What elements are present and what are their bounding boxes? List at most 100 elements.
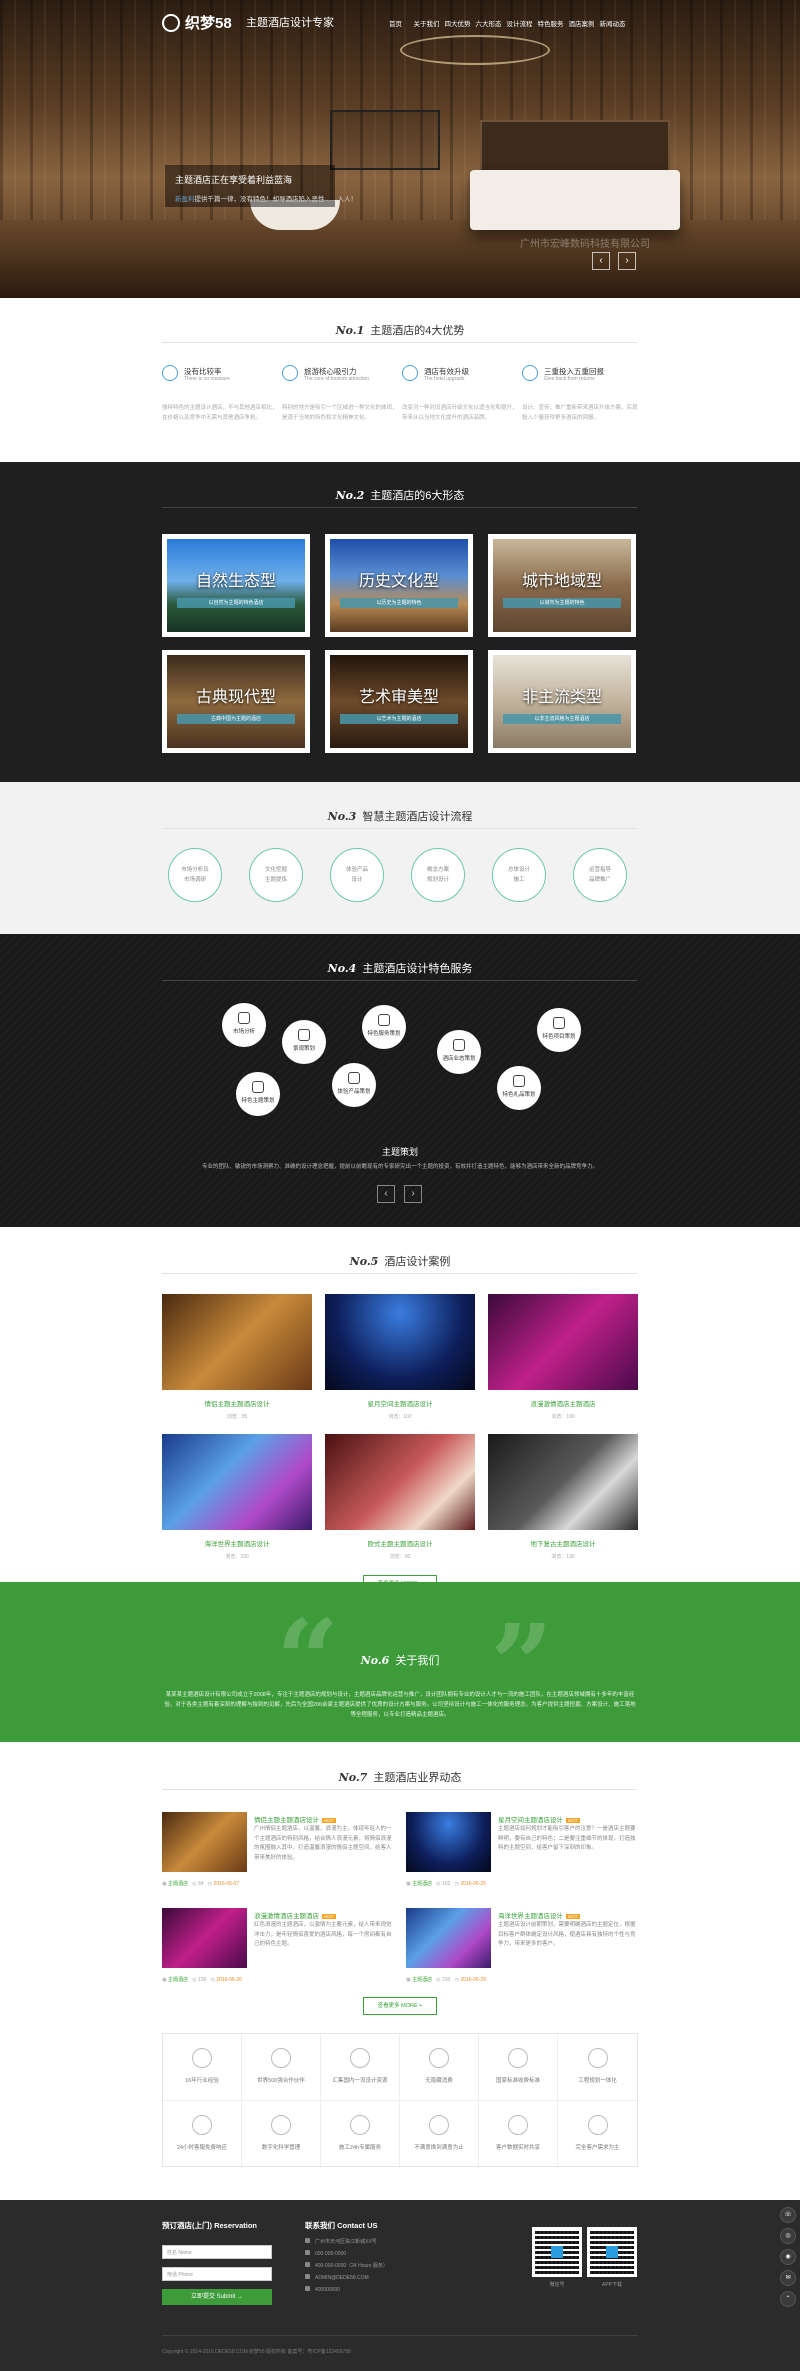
news-item[interactable]: 情侣主题主题酒店设计 HOT 广州情侣主题酒店，以温馨、浪漫为主，体现年轻人的一个主… [162,1812,397,1892]
news-more-button[interactable]: 查看更多 MORE + [363,1997,437,2015]
news-item[interactable]: 星月空间主题酒店设计 HOT 主题酒店如何规划才能吸引客户的注意？一是酒店主题要鲜明… [406,1812,641,1892]
menu-item[interactable]: 四大优势 [442,18,473,28]
s3-title: No.3 智慧主题酒店设计流程 [0,808,800,824]
case-item[interactable]: 情侣主题主题酒店设计 浏览：85 [162,1294,312,1420]
feature-label: 16年行业经验 [185,2078,219,2084]
hero-subtitle-text: 提供千篇一律，没有特色！却导酒店陷入恶性……入人！ [194,196,358,203]
case-item[interactable]: 地下复古主题酒店设计 浏览：130 [488,1434,638,1560]
news-category[interactable]: 主题酒店 [168,1881,188,1887]
feature-cell: 数字化科学管理 [242,2101,321,2168]
news-category[interactable]: 主题酒店 [168,1977,188,1983]
contact-qq[interactable]: 400000000 [305,2286,340,2293]
news-title[interactable]: 海洋世界主题酒店设计 HOT [498,1910,580,1920]
logo[interactable]: 织梦58 [162,12,232,33]
process-step-line2: 施工 [513,877,525,883]
feature-cell: 工程规划一体化 [558,2034,637,2101]
case-item[interactable]: 欧式主题主题酒店设计 浏览：90 [325,1434,475,1560]
menu-item[interactable]: 首页 [380,18,411,28]
service-bubble[interactable]: 特色主题策划 [236,1072,280,1116]
case-views: 浏览：85 [226,1414,248,1420]
service-bubble[interactable]: 景观策划 [282,1020,326,1064]
back-to-top-icon[interactable]: ⌃ [780,2291,796,2307]
wechat-float-icon[interactable]: ◉ [780,2249,796,2265]
form-card[interactable]: 艺术审美型 以艺术为主题的酒店 [325,650,473,753]
target-icon [587,2115,608,2135]
hero-caption: 主题酒店正在享受着利益蓝海 新盈利提供千篇一律，没有特色！却导酒店陷入恶性……入… [165,165,357,207]
s1-divider [162,342,637,343]
news-category[interactable]: 主题酒店 [412,1881,432,1887]
feature-cell: 完全客户需求为主 [558,2101,637,2168]
menu-item[interactable]: 新闻动态 [597,18,628,28]
lock-icon [508,2048,528,2068]
logo-text: 织梦58 [185,15,232,32]
mail-float-icon[interactable]: ✉ [780,2270,796,2286]
news-item[interactable]: 浪漫激情酒店主题酒店 HOT 红色浪漫的主题酒店，以激情为主要元素，给人带来视觉冲击… [162,1908,397,1988]
qq-float-icon[interactable]: ◎ [780,2228,796,2244]
form-card[interactable]: 城市地域型 以城市为主题的特色 [488,534,636,637]
menu-item[interactable]: 酒店案例 [566,18,597,28]
service-bubble[interactable]: 特色项目策划 [537,1008,581,1052]
case-item[interactable]: 海洋世界主题酒店设计 浏览：230 [162,1434,312,1560]
case-item[interactable]: 浪漫激情酒店主题酒店 浏览：199 [488,1294,638,1420]
service-bubble[interactable]: 特色礼品策划 [497,1066,541,1110]
submit-button[interactable]: 立即提交 Submit → [162,2289,272,2305]
form-card[interactable]: 古典现代型 古典中国为主题的酒店 [162,650,310,753]
hero-prev-button[interactable]: ‹ [592,252,610,270]
feature-cell: 国家标准收费标准 [479,2034,558,2101]
hero-frames [330,110,440,170]
services-next-button[interactable]: › [404,1185,422,1203]
menu-item[interactable]: 特色服务 [535,18,566,28]
service-bubble[interactable]: 特色服务策划 [362,1005,406,1049]
service-heading: 主题策划 [381,1147,418,1157]
news-views: 230 [442,1977,451,1983]
news-category[interactable]: 主题酒店 [412,1977,432,1983]
footer-divider [162,2335,638,2336]
case-name: 情侣主题主题酒店设计 [204,1401,270,1408]
contact-hotline: 400-000-0000（24 Hours 服务） [305,2262,388,2269]
s7-divider [162,1789,637,1790]
form-card[interactable]: 历史文化型 以历史为主题的特色 [325,534,473,637]
news-title[interactable]: 情侣主题主题酒店设计 HOT [254,1814,336,1824]
service-bubble[interactable]: 酒店业态策划 [437,1030,481,1074]
contact-email[interactable]: ADMIN@DEDE58.COM [305,2274,369,2281]
menu-item[interactable]: 六大形态 [473,18,504,28]
menu-item[interactable]: 设计流程 [504,18,535,28]
hero-next-button[interactable]: › [618,252,636,270]
news-title[interactable]: 星月空间主题酒店设计 HOT [498,1814,580,1824]
hero-subtitle-highlight: 新盈利 [175,196,195,203]
form-card[interactable]: 自然生态型 以自然为主题的特色酒店 [162,534,310,637]
feature-label: 世界500强合作伙伴 [257,2078,305,2084]
form-card[interactable]: 非主流类型 以非主流风格为主题酒店 [488,650,636,753]
news-meta: ▣ 主题酒店 ◎ 230 ◷ 2016-06-29 [406,1977,486,1983]
phone-input[interactable]: 电话 Phone [162,2267,272,2281]
news-image [162,1812,247,1872]
hot-badge: HOT [322,1914,336,1919]
hero-title: 主题酒店正在享受着利益蓝海 [175,175,293,185]
news-image [162,1908,247,1968]
service-bubble[interactable]: 市场分析 [222,1003,266,1047]
menu-item[interactable]: 关于我们 [411,18,442,28]
service-label: 特色服务策划 [367,1031,401,1037]
news-desc: 红色浪漫的主题酒店，以激情为主要元素，给人带来视觉冲击力，是年轻情侣喜爱的酒店风… [254,1922,392,1947]
s1-title: No.1 主题酒店的4大优势 [0,322,800,338]
news-title[interactable]: 浪漫激情酒店主题酒店 HOT [254,1910,336,1920]
qr-code-wechat [532,2227,582,2277]
phone-float-icon[interactable]: ☏ [780,2207,796,2223]
process-step: 市场分析及 市场调研 [168,848,222,902]
contact-hotline-text: 400-000-0000（24 Hours 服务） [315,2263,388,2269]
advantage-icon [282,365,298,381]
advantage-desc: 特别的地方是吸引一个区域进一种文化的体现，是源于当地的特色和文化精神文化。 [282,405,398,421]
news-item[interactable]: 海洋世界主题酒店设计 HOT 主题酒店设计前期策划，需要明确酒店的主题定位，根据目标… [406,1908,641,1988]
money-icon [429,2048,449,2068]
service-bubble[interactable]: 体验产品策划 [332,1063,376,1107]
form-card-strip: 以城市为主题的特色 [503,598,621,608]
services-prev-button[interactable]: ‹ [377,1185,395,1203]
case-item[interactable]: 星月空间主题酒店设计 浏览：102 [325,1294,475,1420]
form-card-image: 城市地域型 以城市为主题的特色 [493,539,631,632]
name-input[interactable]: 姓名 Name [162,2245,272,2259]
news-date: 2016-06-07 [213,1881,240,1887]
process-step: 总体设计 施工 [492,848,546,902]
news-date: 2016-06-29 [460,1977,486,1983]
advantage-icon [522,365,538,381]
case-name: 欧式主题主题酒店设计 [367,1541,433,1548]
